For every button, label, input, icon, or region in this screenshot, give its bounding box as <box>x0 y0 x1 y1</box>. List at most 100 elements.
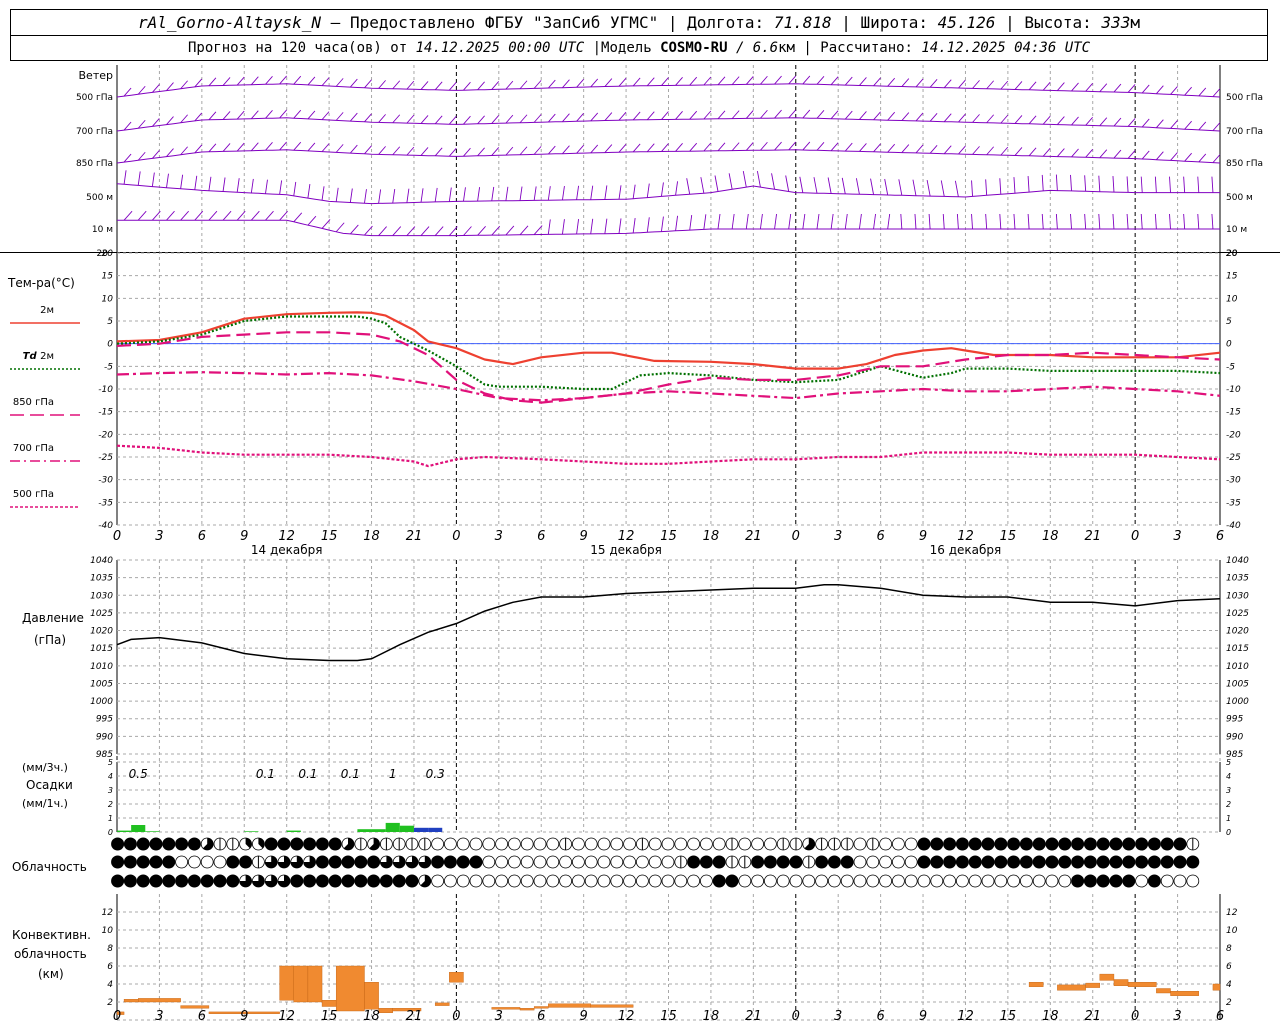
alt-value: 333 <box>1101 13 1131 32</box>
wind-barb <box>279 75 287 85</box>
wind-barb <box>1098 213 1101 230</box>
cloud-symbol <box>943 855 957 869</box>
cloud-circle-mark <box>738 837 752 851</box>
cloud-symbol <box>840 874 854 888</box>
precip-3h-value: 0.1 <box>298 767 317 781</box>
cloud-symbol <box>648 874 662 888</box>
y-tick-label-right: 5 <box>1226 317 1232 327</box>
cloud-circle-mark <box>546 837 560 851</box>
wind-barb <box>887 111 896 121</box>
wind-barb <box>547 79 556 89</box>
x-tick-label: 18 <box>1042 1009 1059 1024</box>
cloud-symbol <box>328 837 342 851</box>
wind-barb <box>954 180 959 197</box>
wind-barb <box>816 142 825 151</box>
y-tick-label: 990 <box>96 732 113 742</box>
cloud-symbol <box>610 855 624 869</box>
forecast-prefix: Прогноз на 120 часа(ов) от <box>188 40 408 56</box>
wind-barb <box>378 80 386 89</box>
cloud-symbol <box>738 874 752 888</box>
x-tick-label: 18 <box>703 1009 720 1024</box>
cloud-circle-mark <box>853 855 867 869</box>
conv-cloud-bar <box>590 1004 634 1008</box>
wind-barb <box>844 142 853 152</box>
wind-barb <box>519 80 528 90</box>
wind-barb <box>887 77 896 87</box>
y-tick-label-right: 1005 <box>1226 679 1249 689</box>
cloud-overcast-mark <box>917 837 931 851</box>
cloud-symbol <box>636 855 649 869</box>
cloud-symbol <box>661 874 675 888</box>
wind-barb <box>477 81 485 91</box>
day-label: 15 декабря <box>590 543 662 557</box>
wind-barb <box>420 188 424 203</box>
cloud-symbol <box>533 837 547 851</box>
cloud-circle-mark <box>495 874 509 888</box>
wind-barb <box>943 79 952 88</box>
cloud-overcast-mark <box>175 837 189 851</box>
cloud-symbol <box>1122 855 1136 869</box>
wind-barb <box>830 76 839 86</box>
cloud-symbol <box>699 855 713 869</box>
cloud-symbol <box>866 837 880 851</box>
wind-barb <box>1170 120 1178 129</box>
y-tick-label-right: 1035 <box>1226 574 1249 584</box>
wind-barb <box>236 178 240 193</box>
wind-barb <box>985 213 988 230</box>
cloud-overcast-mark <box>943 837 957 851</box>
pressure-panel-label: Давление <box>22 611 84 625</box>
wind-barb <box>392 146 401 156</box>
x-tick-label: 18 <box>1042 529 1059 544</box>
cloud-symbol <box>226 855 240 869</box>
precip-bar <box>357 829 372 832</box>
cloud-symbol <box>917 855 931 869</box>
cloud-symbol <box>367 837 381 851</box>
wind-barb <box>123 170 127 185</box>
cloud-overcast-mark <box>303 874 317 888</box>
wind-barb <box>958 79 966 89</box>
cloud-circle-mark <box>520 874 534 888</box>
x-tick-label: 3 <box>834 1009 842 1024</box>
wind-barb <box>844 213 848 230</box>
cloud-symbol <box>1058 855 1072 869</box>
x-tick-label: 3 <box>155 529 163 544</box>
wind-barb <box>236 76 245 86</box>
cloud-circle-mark <box>904 855 918 869</box>
x-tick-label: 6 <box>1216 529 1224 544</box>
x-tick-label: 21 <box>1084 529 1101 544</box>
wind-barb <box>830 142 839 152</box>
wind-barb <box>788 213 792 230</box>
precip-bar <box>371 829 386 832</box>
precip-bar <box>244 831 259 832</box>
cloud-overcast-mark <box>226 855 240 869</box>
wind-barb <box>251 210 260 221</box>
cloud-symbol <box>968 874 982 888</box>
wind-barb <box>166 210 175 221</box>
y-tick-label-right: 990 <box>1226 732 1243 742</box>
cloud-circle-mark <box>776 874 790 888</box>
wind-barb <box>661 111 669 120</box>
cloud-symbol <box>994 855 1008 869</box>
cloud-circle-mark <box>456 874 470 888</box>
wind-barb <box>986 114 995 124</box>
cloud-overcast-mark <box>1032 837 1046 851</box>
cloud-circle-mark <box>636 855 649 869</box>
cloud-circle-mark <box>1007 874 1020 888</box>
cloud-overcast-mark <box>776 855 790 869</box>
cloud-symbol <box>431 837 445 851</box>
cloud-symbol <box>866 855 880 869</box>
cloud-symbol <box>776 855 790 869</box>
wind-barb <box>1126 213 1129 230</box>
x-tick-label: 21 <box>1084 1009 1101 1024</box>
cloud-circle-mark <box>648 837 662 851</box>
x-tick-label: 6 <box>876 529 884 544</box>
wind-barb <box>434 187 438 203</box>
cloud-circle-mark <box>981 874 995 888</box>
legend-text: 2м <box>40 305 54 316</box>
x-tick-label: 12 <box>278 529 295 544</box>
wind-barb <box>632 77 641 87</box>
x-tick-label: 15 <box>1000 529 1017 544</box>
cloud-symbol <box>508 874 521 888</box>
wind-barb <box>1057 116 1065 125</box>
cloud-symbol <box>392 874 406 888</box>
